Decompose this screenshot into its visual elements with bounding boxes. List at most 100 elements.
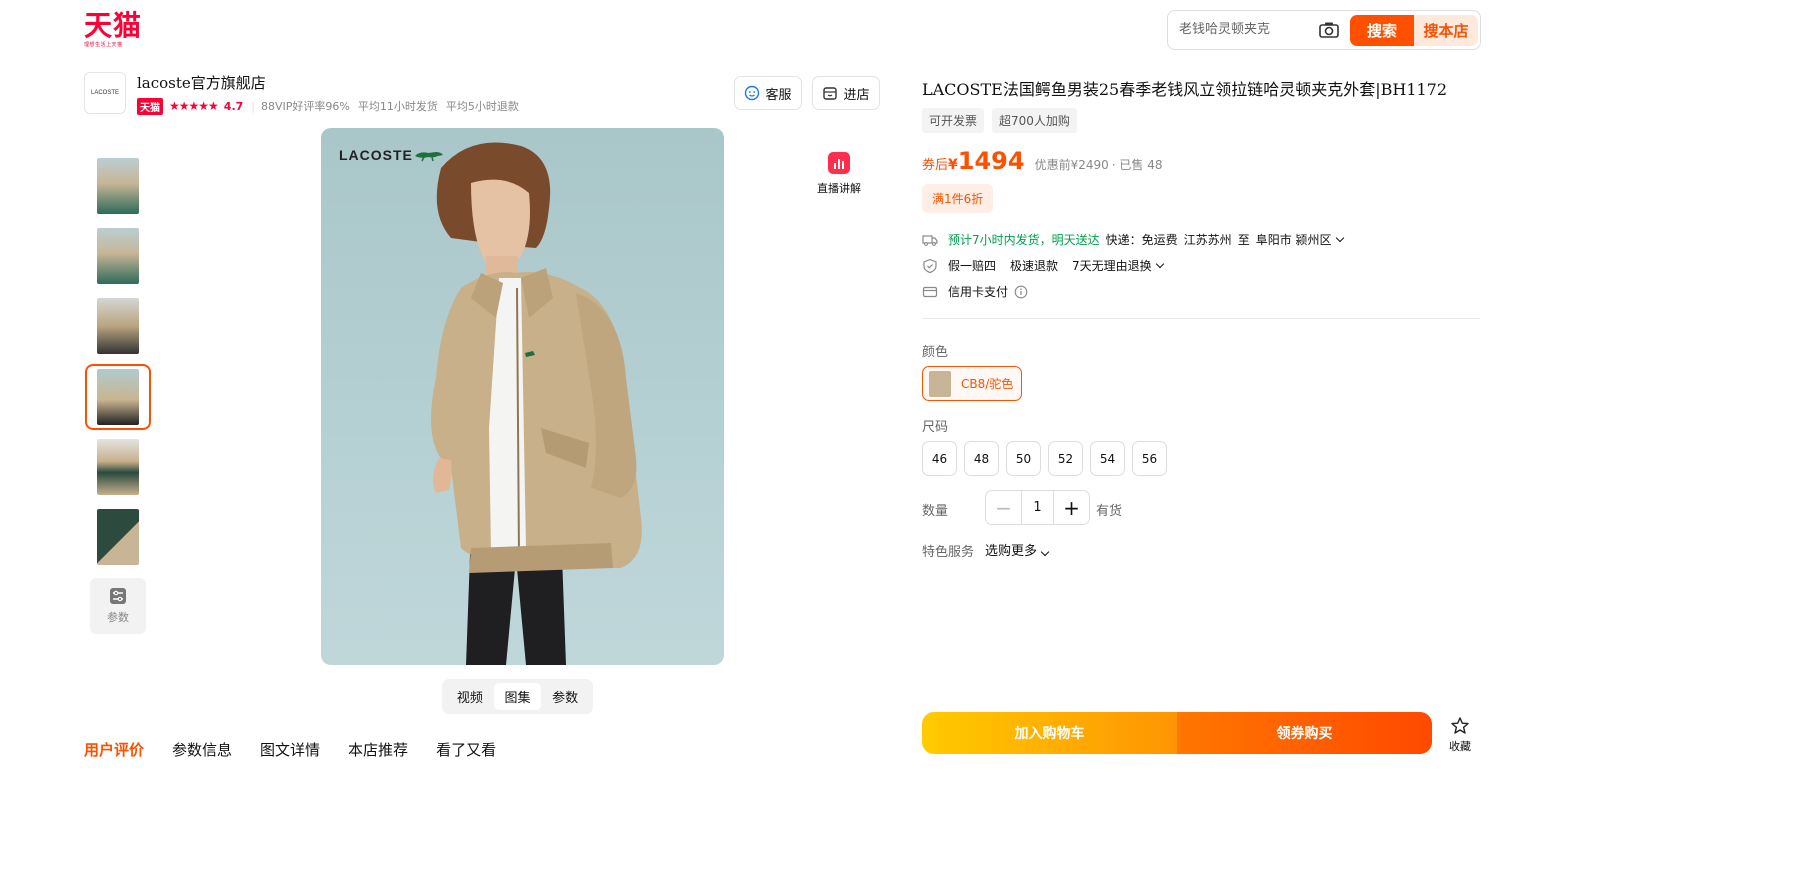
camera-icon[interactable]	[1318, 21, 1340, 39]
guarantee-7day-return[interactable]: 7天无理由退换	[1072, 257, 1152, 274]
credit-card-icon	[922, 286, 938, 297]
shipping-label: 快递：	[1105, 233, 1142, 247]
sliders-icon	[110, 588, 126, 604]
gallery-thumbnail[interactable]	[90, 437, 146, 497]
gallery-thumbnail-selected[interactable]	[85, 364, 151, 430]
size-option[interactable]: 52	[1048, 441, 1083, 476]
color-option-label: CB8/驼色	[961, 377, 1014, 391]
rating-stars-icon: ★★★★★	[169, 99, 219, 113]
search-bar: 搜索 搜本店	[1167, 10, 1481, 50]
quantity-input[interactable]: 1	[1021, 491, 1054, 524]
search-input[interactable]	[1179, 22, 1309, 37]
tmall-badge: 天猫	[137, 97, 163, 115]
star-icon	[1451, 717, 1469, 734]
chevron-down-icon[interactable]	[1335, 233, 1344, 242]
vip-rate: 88VIP好评率96%	[261, 100, 350, 113]
discount-badge[interactable]: 满1件6折	[922, 184, 994, 213]
plus-icon[interactable]: +	[1054, 491, 1089, 524]
size-option[interactable]: 50	[1006, 441, 1041, 476]
ship-to-word: 至	[1237, 233, 1250, 247]
model-figure	[431, 142, 642, 665]
tab-params[interactable]: 参数	[541, 683, 589, 710]
live-label: 直播讲解	[817, 182, 861, 195]
store-rating: 4.7	[223, 99, 244, 113]
color-label: 颜色	[922, 345, 949, 360]
minus-icon[interactable]: −	[986, 491, 1021, 524]
main-product-image[interactable]: LACOSTE	[321, 128, 724, 665]
ship-from: 江苏苏州	[1183, 233, 1232, 247]
store-logo[interactable]: LACOSTE	[84, 72, 126, 114]
gallery-thumbnail[interactable]	[90, 507, 146, 567]
price-label: 券后	[922, 158, 949, 173]
gallery-thumbnail[interactable]	[90, 296, 146, 356]
add-to-cart-button[interactable]: 加入购物车	[922, 712, 1177, 754]
nav-also-viewed[interactable]: 看了又看	[436, 739, 496, 760]
product-title: LACOSTE法国鳄鱼男装25春季老钱风立领拉链哈灵顿夹克外套|BH1172	[922, 80, 1448, 99]
guarantee-fast-refund: 极速退款	[1010, 259, 1059, 273]
size-option[interactable]: 56	[1132, 441, 1167, 476]
live-explain-button[interactable]: 直播讲解	[814, 152, 864, 196]
truck-icon	[922, 234, 938, 246]
nav-shop-recommend[interactable]: 本店推荐	[348, 739, 408, 760]
sold-count: · 已售 48	[1111, 158, 1163, 172]
currency-symbol: ¥	[948, 157, 958, 173]
service-more-label: 选购更多	[985, 544, 1038, 559]
nav-reviews[interactable]: 用户评价	[84, 739, 144, 760]
tag-invoice: 可开发票	[922, 108, 985, 133]
guarantee-row: 假一赔四 极速退款 7天无理由退换	[922, 257, 1164, 274]
tag-cart-count: 超700人加购	[992, 108, 1077, 133]
chevron-down-icon[interactable]	[1155, 259, 1164, 268]
view-tabs: 视频 图集 参数	[442, 679, 593, 714]
customer-service-button[interactable]: 客服	[734, 76, 802, 110]
params-thumbnail[interactable]: 参数	[90, 578, 146, 634]
shop-icon	[823, 87, 838, 100]
buy-with-coupon-button[interactable]: 领券购买	[1177, 712, 1432, 754]
detail-nav: 用户评价 参数信息 图文详情 本店推荐 看了又看	[84, 739, 524, 760]
payment-method: 信用卡支付	[948, 285, 1009, 299]
original-price: 优惠前¥2490	[1034, 158, 1109, 172]
search-button[interactable]: 搜索	[1350, 15, 1414, 46]
favorite-label: 收藏	[1449, 740, 1471, 753]
quantity-stepper: − 1 +	[985, 490, 1090, 525]
enter-shop-label: 进店	[843, 87, 870, 103]
service-label: 特色服务	[922, 545, 975, 560]
service-more-dropdown[interactable]: 选购更多	[985, 540, 1050, 559]
nav-params[interactable]: 参数信息	[172, 739, 232, 760]
logo-text: 天猫	[84, 9, 143, 42]
store-name[interactable]: lacoste官方旗舰店	[137, 72, 266, 93]
product-tags: 可开发票 超700人加购	[922, 108, 1077, 133]
info-icon[interactable]	[1014, 285, 1028, 299]
destination-select[interactable]: 阜阳市 颍州区	[1256, 231, 1332, 248]
customer-service-label: 客服	[765, 87, 792, 103]
refund-time: 平均5小时退款	[445, 100, 519, 113]
quantity-label: 数量	[922, 504, 949, 519]
store-meta: 天猫 ★★★★★ 4.7 | 88VIP好评率96% 平均11小时发货 平均5小…	[137, 97, 527, 115]
divider	[922, 318, 1480, 319]
guarantee-fake-compensation: 假一赔四	[948, 259, 997, 273]
size-option[interactable]: 48	[964, 441, 999, 476]
gallery-thumbnail[interactable]	[90, 156, 146, 216]
size-option[interactable]: 46	[922, 441, 957, 476]
shield-icon	[923, 258, 937, 273]
search-shop-button[interactable]: 搜本店	[1414, 15, 1478, 46]
color-option-selected[interactable]: CB8/驼色	[922, 366, 1022, 401]
params-thumb-label: 参数	[107, 611, 129, 624]
price-value: 1494	[957, 147, 1025, 175]
enter-shop-button[interactable]: 进店	[812, 76, 880, 110]
logo-slogan: 理想生活上天猫	[84, 42, 123, 48]
color-swatch-image	[929, 370, 951, 397]
payment-row: 信用卡支付	[922, 283, 1028, 300]
live-chart-icon	[828, 152, 850, 174]
tab-gallery[interactable]: 图集	[493, 683, 542, 710]
nav-details[interactable]: 图文详情	[260, 739, 320, 760]
gallery-thumbnail[interactable]	[90, 226, 146, 286]
delivery-estimate: 预计7小时内发货，明天送达	[948, 233, 1100, 247]
shipping-fee: 免运费	[1141, 233, 1178, 247]
favorite-button[interactable]: 收藏	[1445, 716, 1475, 754]
chevron-down-icon	[1040, 547, 1050, 557]
size-label: 尺码	[922, 420, 949, 435]
tmall-logo[interactable]: 天猫 理想生活上天猫	[84, 9, 146, 49]
size-option[interactable]: 54	[1090, 441, 1125, 476]
tab-video[interactable]: 视频	[446, 683, 494, 710]
stock-status: 有货	[1096, 504, 1123, 519]
